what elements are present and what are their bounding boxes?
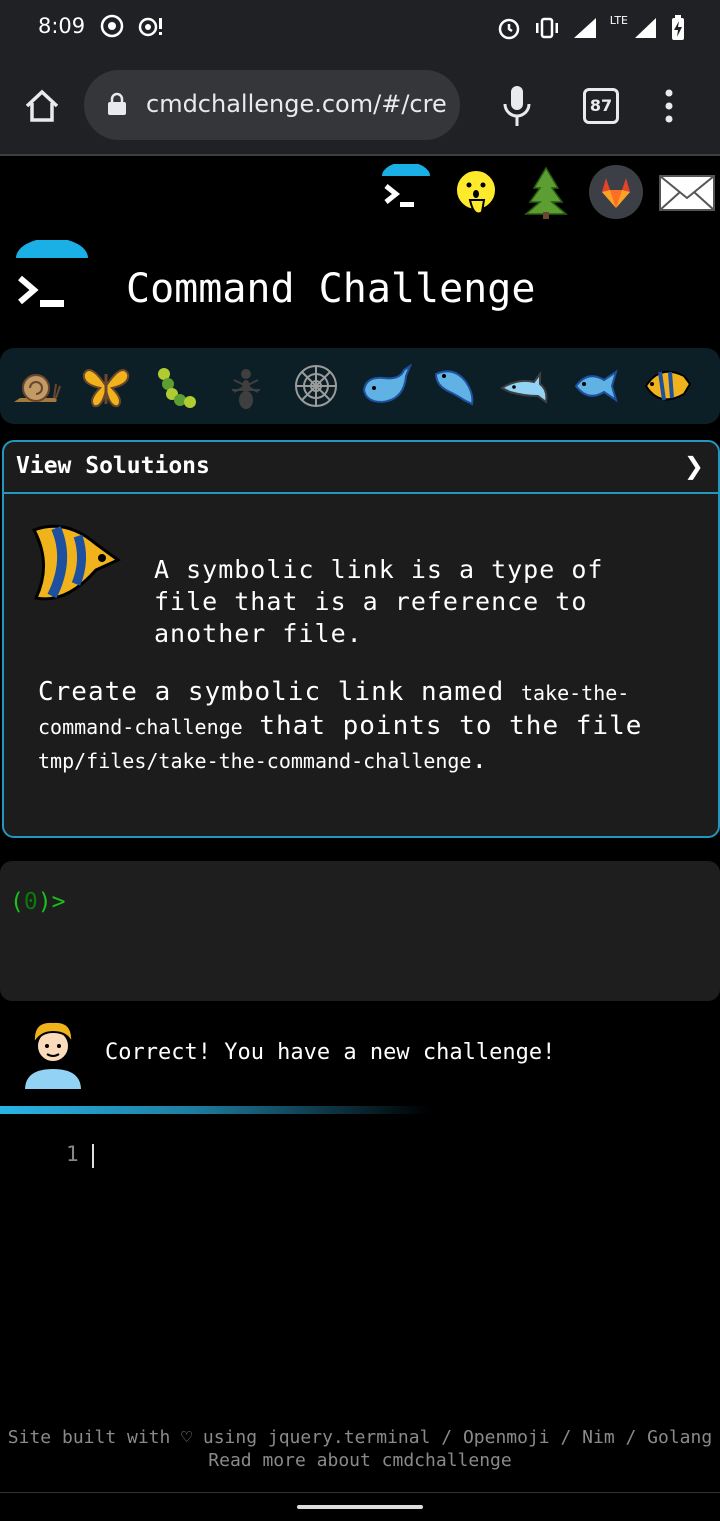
challenge-panel: View Solutions ❯ A symbolic link is a ty… xyxy=(2,440,720,838)
page-title: Command Challenge xyxy=(126,266,536,312)
avatar xyxy=(22,1020,84,1091)
status-right-icons: LTE xyxy=(496,14,686,42)
butterfly-icon[interactable] xyxy=(80,360,132,412)
code-editor[interactable]: 1 xyxy=(0,1126,720,1326)
signal-icon xyxy=(573,18,596,38)
status-left-icons xyxy=(100,14,164,38)
lock-icon[interactable] xyxy=(106,92,128,116)
status-time: 8:09 xyxy=(38,14,86,38)
task-suffix: . xyxy=(471,745,489,775)
lte-label: LTE xyxy=(609,13,628,27)
prompt-count: 0 xyxy=(23,889,38,915)
prompt-open: ( xyxy=(10,889,24,915)
top-icon-bar xyxy=(0,158,720,228)
envelope-icon[interactable] xyxy=(658,164,716,220)
level-strip xyxy=(0,348,720,424)
shushing-face-icon[interactable] xyxy=(448,164,504,220)
brand-header: Command Challenge xyxy=(12,240,712,330)
status-bar: 8:09 LTE xyxy=(0,0,720,56)
prompt-close: )> xyxy=(37,889,66,915)
view-solutions-label[interactable]: View Solutions xyxy=(16,453,210,479)
terminal-logo-icon xyxy=(16,240,88,307)
snail-icon[interactable] xyxy=(10,360,62,412)
task-prefix: Create a symbolic link named xyxy=(38,677,521,707)
task-middle: that points to the file xyxy=(242,711,643,741)
battery-charging-icon xyxy=(672,15,684,40)
manatee-icon[interactable] xyxy=(430,360,482,412)
gitlab-icon[interactable] xyxy=(588,164,644,220)
menu-icon[interactable] xyxy=(664,88,674,124)
ant-icon[interactable] xyxy=(220,360,272,412)
challenge-task: Create a symbolic link named take-the-co… xyxy=(38,676,698,778)
target-path: tmp/files/take-the-command-challenge xyxy=(38,749,472,773)
whale-icon[interactable] xyxy=(360,360,412,412)
feedback-message: Correct! You have a new challenge! xyxy=(105,1040,556,1065)
caterpillar-icon[interactable] xyxy=(150,360,202,412)
footer: Site built with ♡ using jquery.terminal … xyxy=(0,1426,720,1472)
divider xyxy=(0,1106,430,1114)
mic-icon[interactable] xyxy=(500,84,534,128)
view-solutions-toggle[interactable]: View Solutions ❯ xyxy=(4,442,718,494)
navigation-bar xyxy=(0,1492,720,1521)
spider-web-icon[interactable] xyxy=(290,360,342,412)
challenge-intro: A symbolic link is a type of file that i… xyxy=(154,555,604,648)
alarm-icon xyxy=(498,18,519,40)
browser-toolbar: cmdchallenge.com/#/create 87 xyxy=(0,56,720,156)
line-number: 1 xyxy=(66,1142,79,1166)
tropical-fish-icon xyxy=(31,524,121,601)
gesture-handle[interactable] xyxy=(297,1505,423,1509)
lte-signal-icon xyxy=(635,18,656,38)
url-text[interactable]: cmdchallenge.com/#/create xyxy=(146,90,446,118)
home-icon[interactable] xyxy=(22,86,62,126)
tree-icon[interactable] xyxy=(518,164,574,220)
notification-icon xyxy=(138,17,162,37)
footer-credits[interactable]: Site built with ♡ using jquery.terminal … xyxy=(0,1426,720,1449)
chevron-right-icon[interactable]: ❯ xyxy=(684,452,704,480)
tabs-button[interactable]: 87 xyxy=(583,88,619,124)
footer-read-more-link[interactable]: Read more about cmdchallenge xyxy=(0,1449,720,1472)
dolphin-icon[interactable] xyxy=(500,360,552,412)
vibrate-icon xyxy=(535,17,558,39)
chrome-icon xyxy=(100,14,124,38)
terminal-logo-icon[interactable] xyxy=(378,164,434,220)
text-caret xyxy=(92,1144,94,1168)
feedback-row: Correct! You have a new challenge! xyxy=(0,1018,720,1094)
address-bar[interactable]: cmdchallenge.com/#/create xyxy=(84,70,460,140)
fish-icon[interactable] xyxy=(570,360,622,412)
terminal[interactable]: (0)> xyxy=(0,861,720,1001)
tropical-fish-icon[interactable] xyxy=(640,360,692,412)
terminal-prompt: (0)> xyxy=(10,889,65,915)
